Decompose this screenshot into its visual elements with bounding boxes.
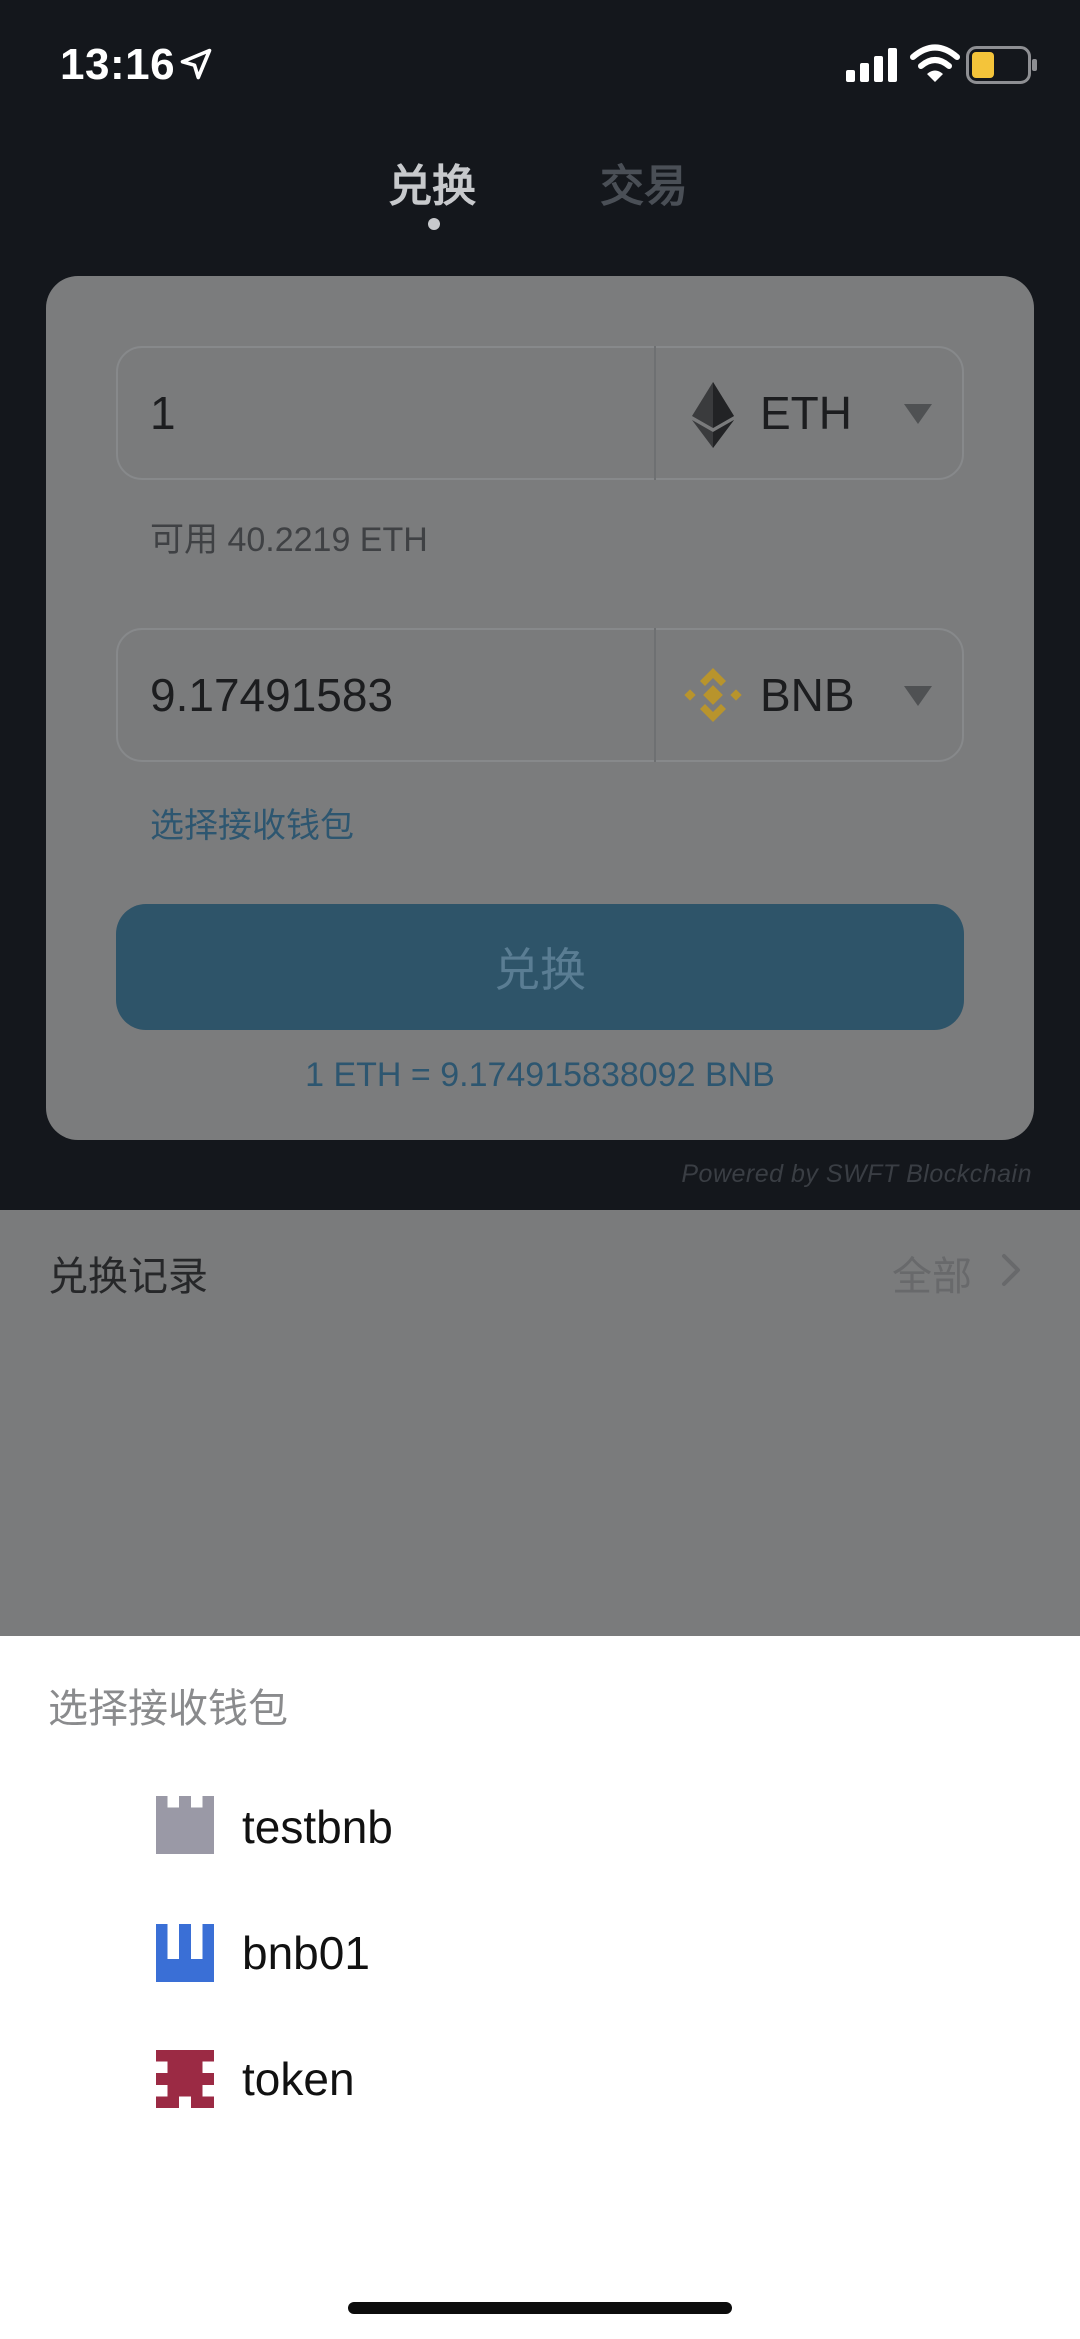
identicon-blue-icon — [156, 1924, 214, 1982]
home-indicator[interactable] — [348, 2302, 732, 2314]
wallet-name[interactable]: token — [242, 2052, 355, 2106]
swap-button[interactable]: 兑换 — [116, 904, 964, 1030]
history-all-link[interactable]: 全部 — [892, 1244, 972, 1302]
wifi-icon — [910, 44, 960, 82]
bnb-coin-icon — [684, 668, 742, 722]
history-title: 兑换记录 — [48, 1255, 208, 1299]
cellular-signal-icon — [846, 48, 897, 82]
from-divider — [654, 346, 656, 480]
eth-coin-icon — [692, 382, 734, 448]
from-amount-input[interactable]: 1 — [150, 386, 176, 440]
sheet-title: 选择接收钱包 — [48, 1687, 288, 1731]
status-time: 13:16 — [60, 40, 176, 89]
location-arrow-icon — [180, 48, 212, 80]
from-coin-dropdown-icon[interactable] — [904, 404, 932, 424]
wallet-name[interactable]: testbnb — [242, 1800, 393, 1854]
choose-wallet-link[interactable]: 选择接收钱包 — [150, 798, 354, 847]
to-coin-dropdown-icon[interactable] — [904, 686, 932, 706]
identicon-gray-icon — [156, 1796, 214, 1854]
tab-trade[interactable]: 交易 — [600, 150, 688, 214]
identicon-red-icon — [156, 2050, 214, 2108]
available-balance: 可用 40.2219 ETH — [150, 521, 428, 559]
to-coin-label[interactable]: BNB — [760, 668, 855, 722]
wallet-name[interactable]: bnb01 — [242, 1926, 370, 1980]
to-amount-input[interactable]: 9.17491583 — [150, 668, 393, 722]
powered-by-text: Powered by SWFT Blockchain — [681, 1160, 1032, 1188]
battery-icon — [966, 46, 1037, 84]
tab-swap[interactable]: 兑换 — [388, 150, 476, 214]
from-coin-label[interactable]: ETH — [760, 386, 852, 440]
exchange-rate: 1 ETH = 9.174915838092 BNB — [305, 1056, 775, 1094]
active-tab-indicator — [428, 218, 440, 230]
to-divider — [654, 628, 656, 762]
chevron-right-icon[interactable] — [996, 1250, 1026, 1290]
